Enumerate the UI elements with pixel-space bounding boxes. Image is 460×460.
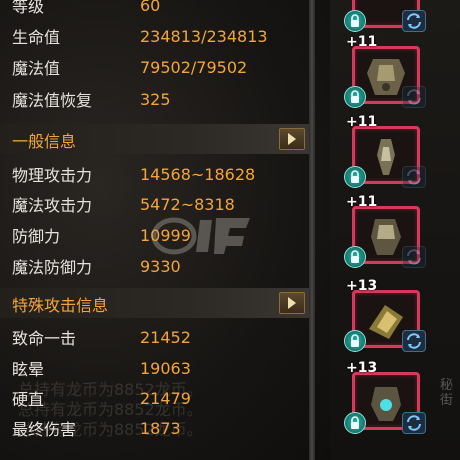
stat-row-hp: 生命值 234813/234813 xyxy=(12,23,302,49)
enhance-level: +11 xyxy=(346,114,378,130)
panel-divider xyxy=(309,0,315,460)
enhance-level: +11 xyxy=(346,194,378,210)
stat-row-mag-def: 魔法防御力 9330 xyxy=(12,253,302,279)
lock-icon[interactable] xyxy=(344,246,366,268)
stat-value: 79502/79502 xyxy=(140,57,248,77)
enhance-level: +13 xyxy=(346,278,378,294)
chevron-right-icon xyxy=(288,133,296,145)
stat-value: 234813/234813 xyxy=(140,26,268,46)
swap-icon[interactable] xyxy=(402,330,426,352)
stat-label: 致命一击 xyxy=(12,329,77,348)
stat-row-crit: 致命一击 21452 xyxy=(12,324,302,350)
lock-icon[interactable] xyxy=(344,412,366,434)
stat-value: 21452 xyxy=(140,327,191,347)
expand-special-button[interactable] xyxy=(279,292,305,314)
stat-row-phys-atk: 物理攻击力 14568~18628 xyxy=(12,161,302,187)
expand-general-button[interactable] xyxy=(279,128,305,150)
stat-value: 1873 xyxy=(140,418,181,438)
equipment-slot[interactable]: +11 xyxy=(344,194,438,268)
swap-icon[interactable] xyxy=(402,10,426,32)
stat-row-stiff: 硬直 21479 xyxy=(12,385,302,411)
stat-row-stun: 眩晕 19063 xyxy=(12,355,302,381)
character-stats-panel: 等级 60 生命值 234813/234813 魔法值 79502/79502 … xyxy=(0,0,309,460)
equipment-slot[interactable]: +13 xyxy=(344,278,438,352)
enhance-level: +11 xyxy=(346,34,378,50)
stat-label: 魔法防御力 xyxy=(12,258,93,277)
equipment-slot[interactable]: +11 xyxy=(344,34,438,108)
equipment-slot[interactable]: +13 xyxy=(344,360,438,434)
side-watermark-text: 秘街 xyxy=(440,378,454,408)
stat-row-final-damage: 最终伤害 1873 xyxy=(12,415,302,441)
lock-icon[interactable] xyxy=(344,166,366,188)
equipment-slot[interactable] xyxy=(344,0,438,32)
stat-value: 21479 xyxy=(140,388,191,408)
section-general-info: 一般信息 xyxy=(0,124,309,154)
lock-icon[interactable] xyxy=(344,10,366,32)
section-title: 一般信息 xyxy=(12,132,77,151)
stat-value: 14568~18628 xyxy=(140,164,256,184)
stat-label: 等级 xyxy=(12,0,45,16)
stat-row-level: 等级 60 xyxy=(12,0,302,18)
stat-row-mp: 魔法值 79502/79502 xyxy=(12,54,302,80)
lock-icon[interactable] xyxy=(344,330,366,352)
section-special-attack: 特殊攻击信息 xyxy=(0,288,309,318)
stat-label: 魔法值 xyxy=(12,59,61,78)
stat-row-mp-regen: 魔法值恢复 325 xyxy=(12,86,302,112)
swap-icon[interactable] xyxy=(402,412,426,434)
lock-icon[interactable] xyxy=(344,86,366,108)
stat-value: 9330 xyxy=(140,256,181,276)
stat-label: 生命值 xyxy=(12,28,61,47)
chevron-right-icon xyxy=(288,297,296,309)
stat-value: 19063 xyxy=(140,358,191,378)
stat-row-defense: 防御力 10999 xyxy=(12,222,302,248)
enhance-level: +13 xyxy=(346,360,378,376)
stat-label: 魔法值恢复 xyxy=(12,91,93,110)
stat-row-mag-atk: 魔法攻击力 5472~8318 xyxy=(12,191,302,217)
stat-value: 5472~8318 xyxy=(140,194,235,214)
swap-icon[interactable] xyxy=(402,166,426,188)
stat-value: 10999 xyxy=(140,225,191,245)
swap-icon[interactable] xyxy=(402,246,426,268)
stat-label: 防御力 xyxy=(12,227,61,246)
stat-label: 魔法攻击力 xyxy=(12,196,93,215)
stat-label: 眩晕 xyxy=(12,360,45,379)
stat-value: 325 xyxy=(140,89,171,109)
equipment-slot[interactable]: +11 xyxy=(344,114,438,188)
swap-icon[interactable] xyxy=(402,86,426,108)
section-title: 特殊攻击信息 xyxy=(12,296,109,315)
stat-value: 60 xyxy=(140,0,161,15)
stat-label: 硬直 xyxy=(12,390,45,409)
stat-label: 最终伤害 xyxy=(12,420,77,439)
stat-label: 物理攻击力 xyxy=(12,166,93,185)
